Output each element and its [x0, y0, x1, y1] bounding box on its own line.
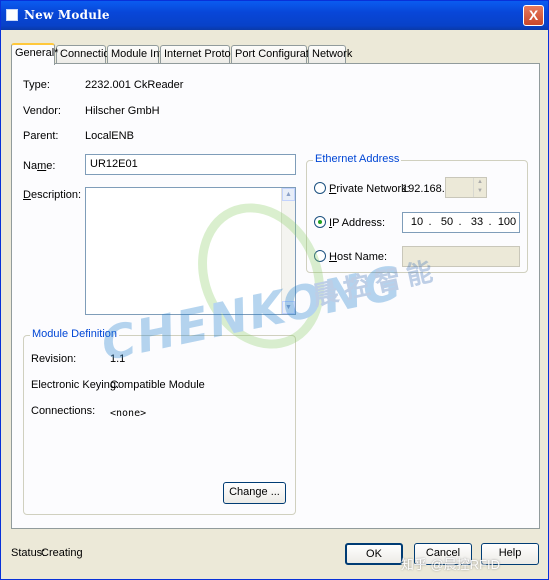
status-value: Creating: [41, 547, 83, 559]
tab-port-configuration[interactable]: Port Configuration: [231, 45, 324, 64]
description-label: Description:: [23, 189, 82, 201]
ok-button[interactable]: OK: [345, 543, 403, 565]
type-label: Type:: [23, 79, 50, 91]
ethernet-address-title: Ethernet Address: [313, 153, 402, 165]
type-value: 2232.001 CkReader: [85, 79, 184, 91]
tab-internet-protocol[interactable]: Internet Protocol: [160, 45, 245, 64]
new-module-dialog: New Module X General* Connection Module …: [0, 0, 549, 580]
title-bar[interactable]: New Module X: [1, 1, 548, 30]
spinner-arrows-icon[interactable]: ▲ ▼: [473, 178, 486, 197]
module-definition-group: Module Definition Revision: 1.1 Electron…: [23, 328, 296, 515]
tab-module-info[interactable]: Module Info: [107, 45, 168, 64]
window-icon: [6, 9, 18, 21]
close-button[interactable]: X: [523, 5, 544, 26]
parent-label: Parent:: [23, 130, 59, 142]
change-button[interactable]: Change ...: [223, 482, 286, 504]
revision-label: Revision:: [31, 353, 77, 365]
vendor-label: Vendor:: [23, 105, 61, 117]
name-field[interactable]: UR12E01: [85, 154, 296, 175]
name-label: Name:: [23, 160, 56, 172]
window-title: New Module: [24, 8, 110, 22]
ip-octet-4[interactable]: 100: [493, 213, 521, 232]
parent-value: LocalENB: [85, 130, 134, 142]
connections-label: Connections:: [31, 405, 96, 417]
connections-value: <none>: [110, 408, 147, 419]
watermark-logo: CHENKONG 晨控智能: [91, 182, 471, 371]
close-icon: X: [528, 7, 539, 23]
vendor-value: Hilscher GmbH: [85, 105, 160, 117]
zhihu-watermark: 知乎 @晨控RFID: [400, 557, 500, 572]
electronic-keying-label: Electronic Keying:: [31, 379, 120, 391]
electronic-keying-value: Compatible Module: [110, 379, 205, 391]
tab-general[interactable]: General*: [11, 43, 58, 65]
tab-network[interactable]: Network: [308, 45, 352, 64]
tab-connection[interactable]: Connection: [56, 45, 116, 64]
